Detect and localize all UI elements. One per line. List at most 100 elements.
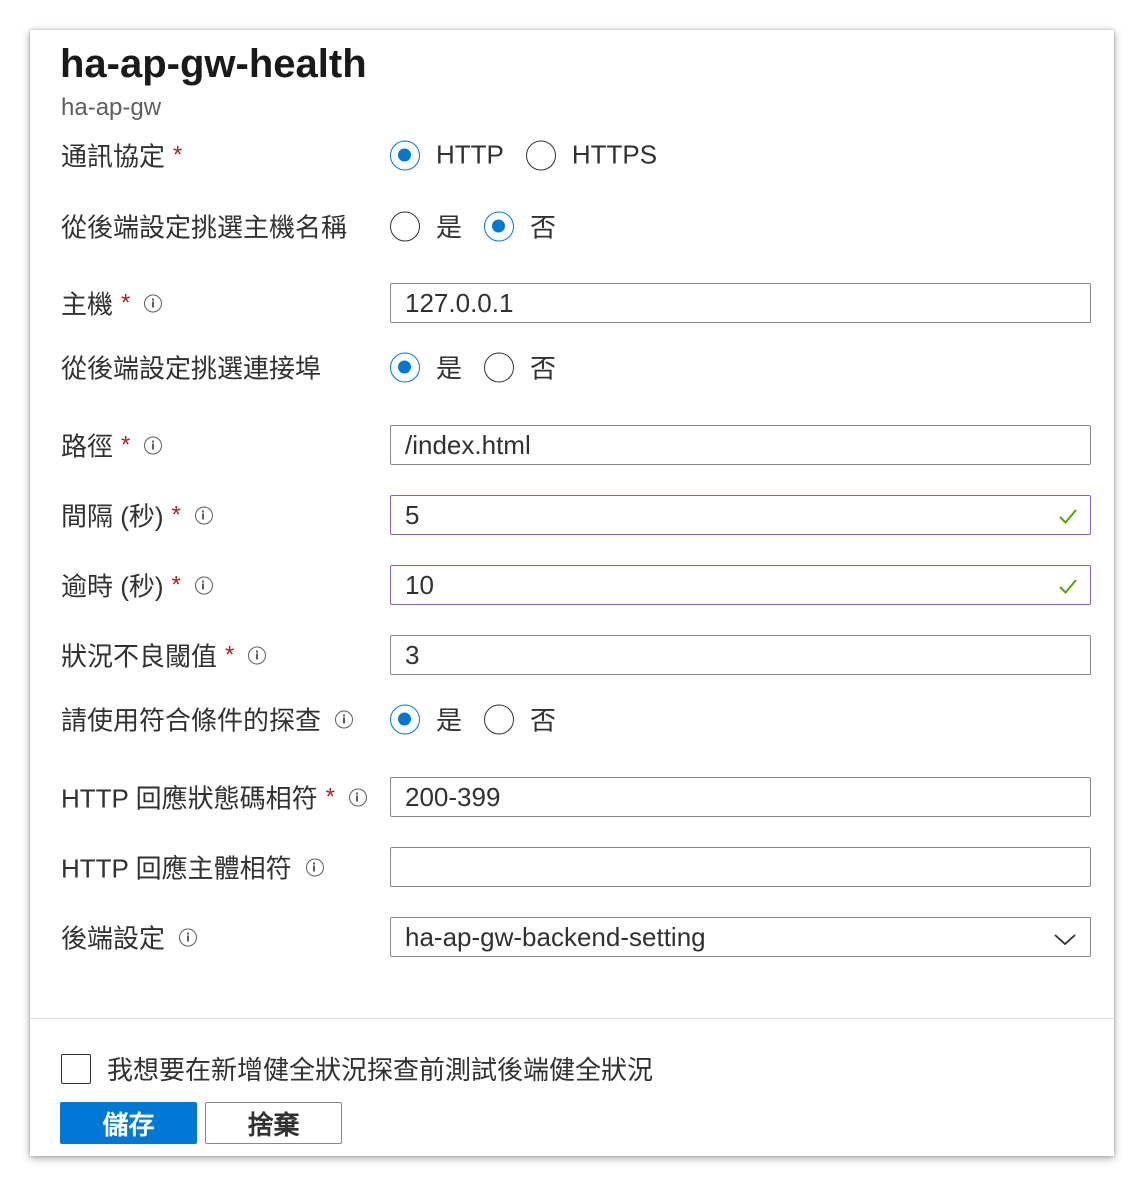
path-input[interactable]: /index.html	[390, 425, 1091, 465]
host-input[interactable]: 127.0.0.1	[390, 283, 1091, 323]
match-conditions-row: 請使用符合條件的探查 是 否	[30, 699, 1114, 739]
host-row: 主機 * 127.0.0.1	[30, 283, 1114, 323]
host-label: 主機 *	[61, 285, 163, 322]
match-conditions-label-text: 請使用符合條件的探查	[61, 705, 322, 736]
radio-label: 是	[436, 705, 463, 736]
unhealthy-threshold-row: 狀況不良閾值 * 3	[30, 635, 1114, 675]
required-asterisk: *	[121, 431, 131, 458]
info-icon[interactable]	[194, 506, 213, 524]
pick-port-no-option[interactable]: 否	[484, 349, 556, 386]
backend-setting-value: ha-ap-gw-backend-setting	[405, 921, 706, 952]
protocol-label: 通訊協定 *	[61, 137, 182, 174]
protocol-label-text: 通訊協定	[61, 141, 166, 172]
pick-port-row: 從後端設定挑選連接埠 是 否	[30, 347, 1114, 387]
pick-host-label: 從後端設定挑選主機名稱	[61, 208, 347, 245]
required-asterisk: *	[171, 571, 181, 598]
info-icon[interactable]	[305, 858, 324, 876]
pick-port-label-text: 從後端設定挑選連接埠	[61, 353, 322, 384]
match-conditions-radio-group: 是 否	[390, 701, 578, 738]
backend-setting-label-text: 後端設定	[61, 923, 166, 954]
status-code-label: HTTP 回應狀態碼相符 *	[61, 779, 367, 816]
interval-label: 間隔 (秒) *	[61, 497, 213, 534]
page-subtitle: ha-ap-gw	[61, 94, 162, 121]
required-asterisk: *	[171, 501, 181, 528]
info-icon[interactable]	[194, 576, 213, 594]
radio-button[interactable]	[390, 140, 420, 170]
radio-label: 否	[530, 212, 557, 243]
timeout-row: 逾時 (秒) * 10	[30, 565, 1114, 605]
radio-label: 否	[530, 353, 557, 384]
pick-port-label: 從後端設定挑選連接埠	[61, 349, 321, 386]
path-label: 路徑 *	[61, 427, 163, 464]
checkbox-label: 我想要在新增健全狀況探查前測試後端健全狀況	[107, 1055, 654, 1085]
body-match-row: HTTP 回應主體相符	[30, 847, 1114, 887]
protocol-radio-group: HTTP HTTPS	[390, 140, 679, 171]
footer-divider	[30, 1018, 1114, 1019]
radio-button[interactable]	[390, 352, 420, 382]
required-asterisk: *	[325, 783, 335, 810]
radio-label: 是	[436, 212, 463, 243]
test-backend-health-checkbox[interactable]	[61, 1053, 91, 1084]
pick-host-row: 從後端設定挑選主機名稱 是 否	[30, 206, 1114, 246]
status-code-label-text: HTTP 回應狀態碼相符	[61, 783, 318, 814]
backend-setting-row: 後端設定 ha-ap-gw-backend-setting	[30, 917, 1114, 957]
path-label-text: 路徑	[61, 431, 114, 462]
protocol-https-option[interactable]: HTTPS	[525, 139, 658, 171]
radio-button[interactable]	[484, 352, 515, 382]
info-icon[interactable]	[248, 646, 267, 664]
radio-label: 否	[530, 705, 557, 736]
info-icon[interactable]	[144, 436, 163, 454]
valid-check-icon	[1059, 579, 1077, 594]
pick-port-radio-group: 是 否	[390, 349, 578, 386]
radio-button[interactable]	[525, 140, 556, 170]
timeout-input[interactable]: 10	[390, 565, 1091, 605]
page-title: ha-ap-gw-health	[60, 42, 367, 86]
backend-setting-label: 後端設定	[61, 919, 198, 956]
match-conditions-label: 請使用符合條件的探查	[61, 701, 354, 738]
interval-label-text: 間隔 (秒)	[61, 501, 164, 532]
required-asterisk: *	[173, 141, 183, 168]
interval-row: 間隔 (秒) * 5	[30, 495, 1114, 535]
unhealthy-threshold-input[interactable]: 3	[390, 635, 1091, 675]
radio-label: HTTP	[436, 139, 504, 170]
unhealthy-threshold-label-text: 狀況不良閾值	[61, 641, 218, 672]
status-code-row: HTTP 回應狀態碼相符 * 200-399	[30, 777, 1114, 817]
pick-port-yes-option[interactable]: 是	[390, 349, 462, 386]
radio-label: HTTPS	[571, 139, 658, 170]
required-asterisk: *	[121, 289, 131, 316]
radio-button[interactable]	[484, 211, 515, 241]
timeout-value: 10	[405, 569, 434, 600]
pick-host-radio-group: 是 否	[390, 208, 578, 245]
backend-setting-dropdown[interactable]: ha-ap-gw-backend-setting	[390, 917, 1091, 957]
save-button[interactable]: 儲存	[60, 1102, 197, 1144]
discard-button[interactable]: 捨棄	[205, 1102, 342, 1144]
match-yes-option[interactable]: 是	[390, 701, 462, 738]
interval-value: 5	[405, 499, 420, 530]
interval-input[interactable]: 5	[390, 495, 1091, 535]
radio-label: 是	[436, 353, 463, 384]
status-code-input[interactable]: 200-399	[390, 777, 1091, 817]
timeout-label: 逾時 (秒) *	[61, 567, 213, 604]
protocol-row: 通訊協定 * HTTP HTTPS	[30, 135, 1114, 175]
test-backend-health-option[interactable]: 我想要在新增健全狀況探查前測試後端健全狀況	[61, 1050, 653, 1087]
info-icon[interactable]	[179, 928, 198, 946]
pick-host-no-option[interactable]: 否	[484, 208, 556, 245]
radio-button[interactable]	[390, 704, 420, 734]
info-icon[interactable]	[348, 788, 367, 806]
body-match-input[interactable]	[390, 847, 1091, 887]
unhealthy-threshold-label: 狀況不良閾值 *	[61, 637, 267, 674]
valid-check-icon	[1059, 509, 1077, 524]
info-icon[interactable]	[144, 294, 163, 312]
protocol-http-option[interactable]: HTTP	[390, 140, 504, 171]
body-match-label: HTTP 回應主體相符	[61, 849, 324, 886]
path-row: 路徑 * /index.html	[30, 425, 1114, 465]
body-match-label-text: HTTP 回應主體相符	[61, 853, 292, 884]
health-probe-panel: ha-ap-gw-health ha-ap-gw 通訊協定 * HTTP HTT…	[30, 30, 1114, 1156]
pick-host-label-text: 從後端設定挑選主機名稱	[61, 212, 348, 243]
pick-host-yes-option[interactable]: 是	[390, 208, 462, 245]
info-icon[interactable]	[335, 710, 354, 728]
radio-button[interactable]	[484, 704, 515, 734]
match-no-option[interactable]: 否	[484, 701, 556, 738]
host-label-text: 主機	[61, 289, 114, 320]
radio-button[interactable]	[390, 211, 420, 241]
